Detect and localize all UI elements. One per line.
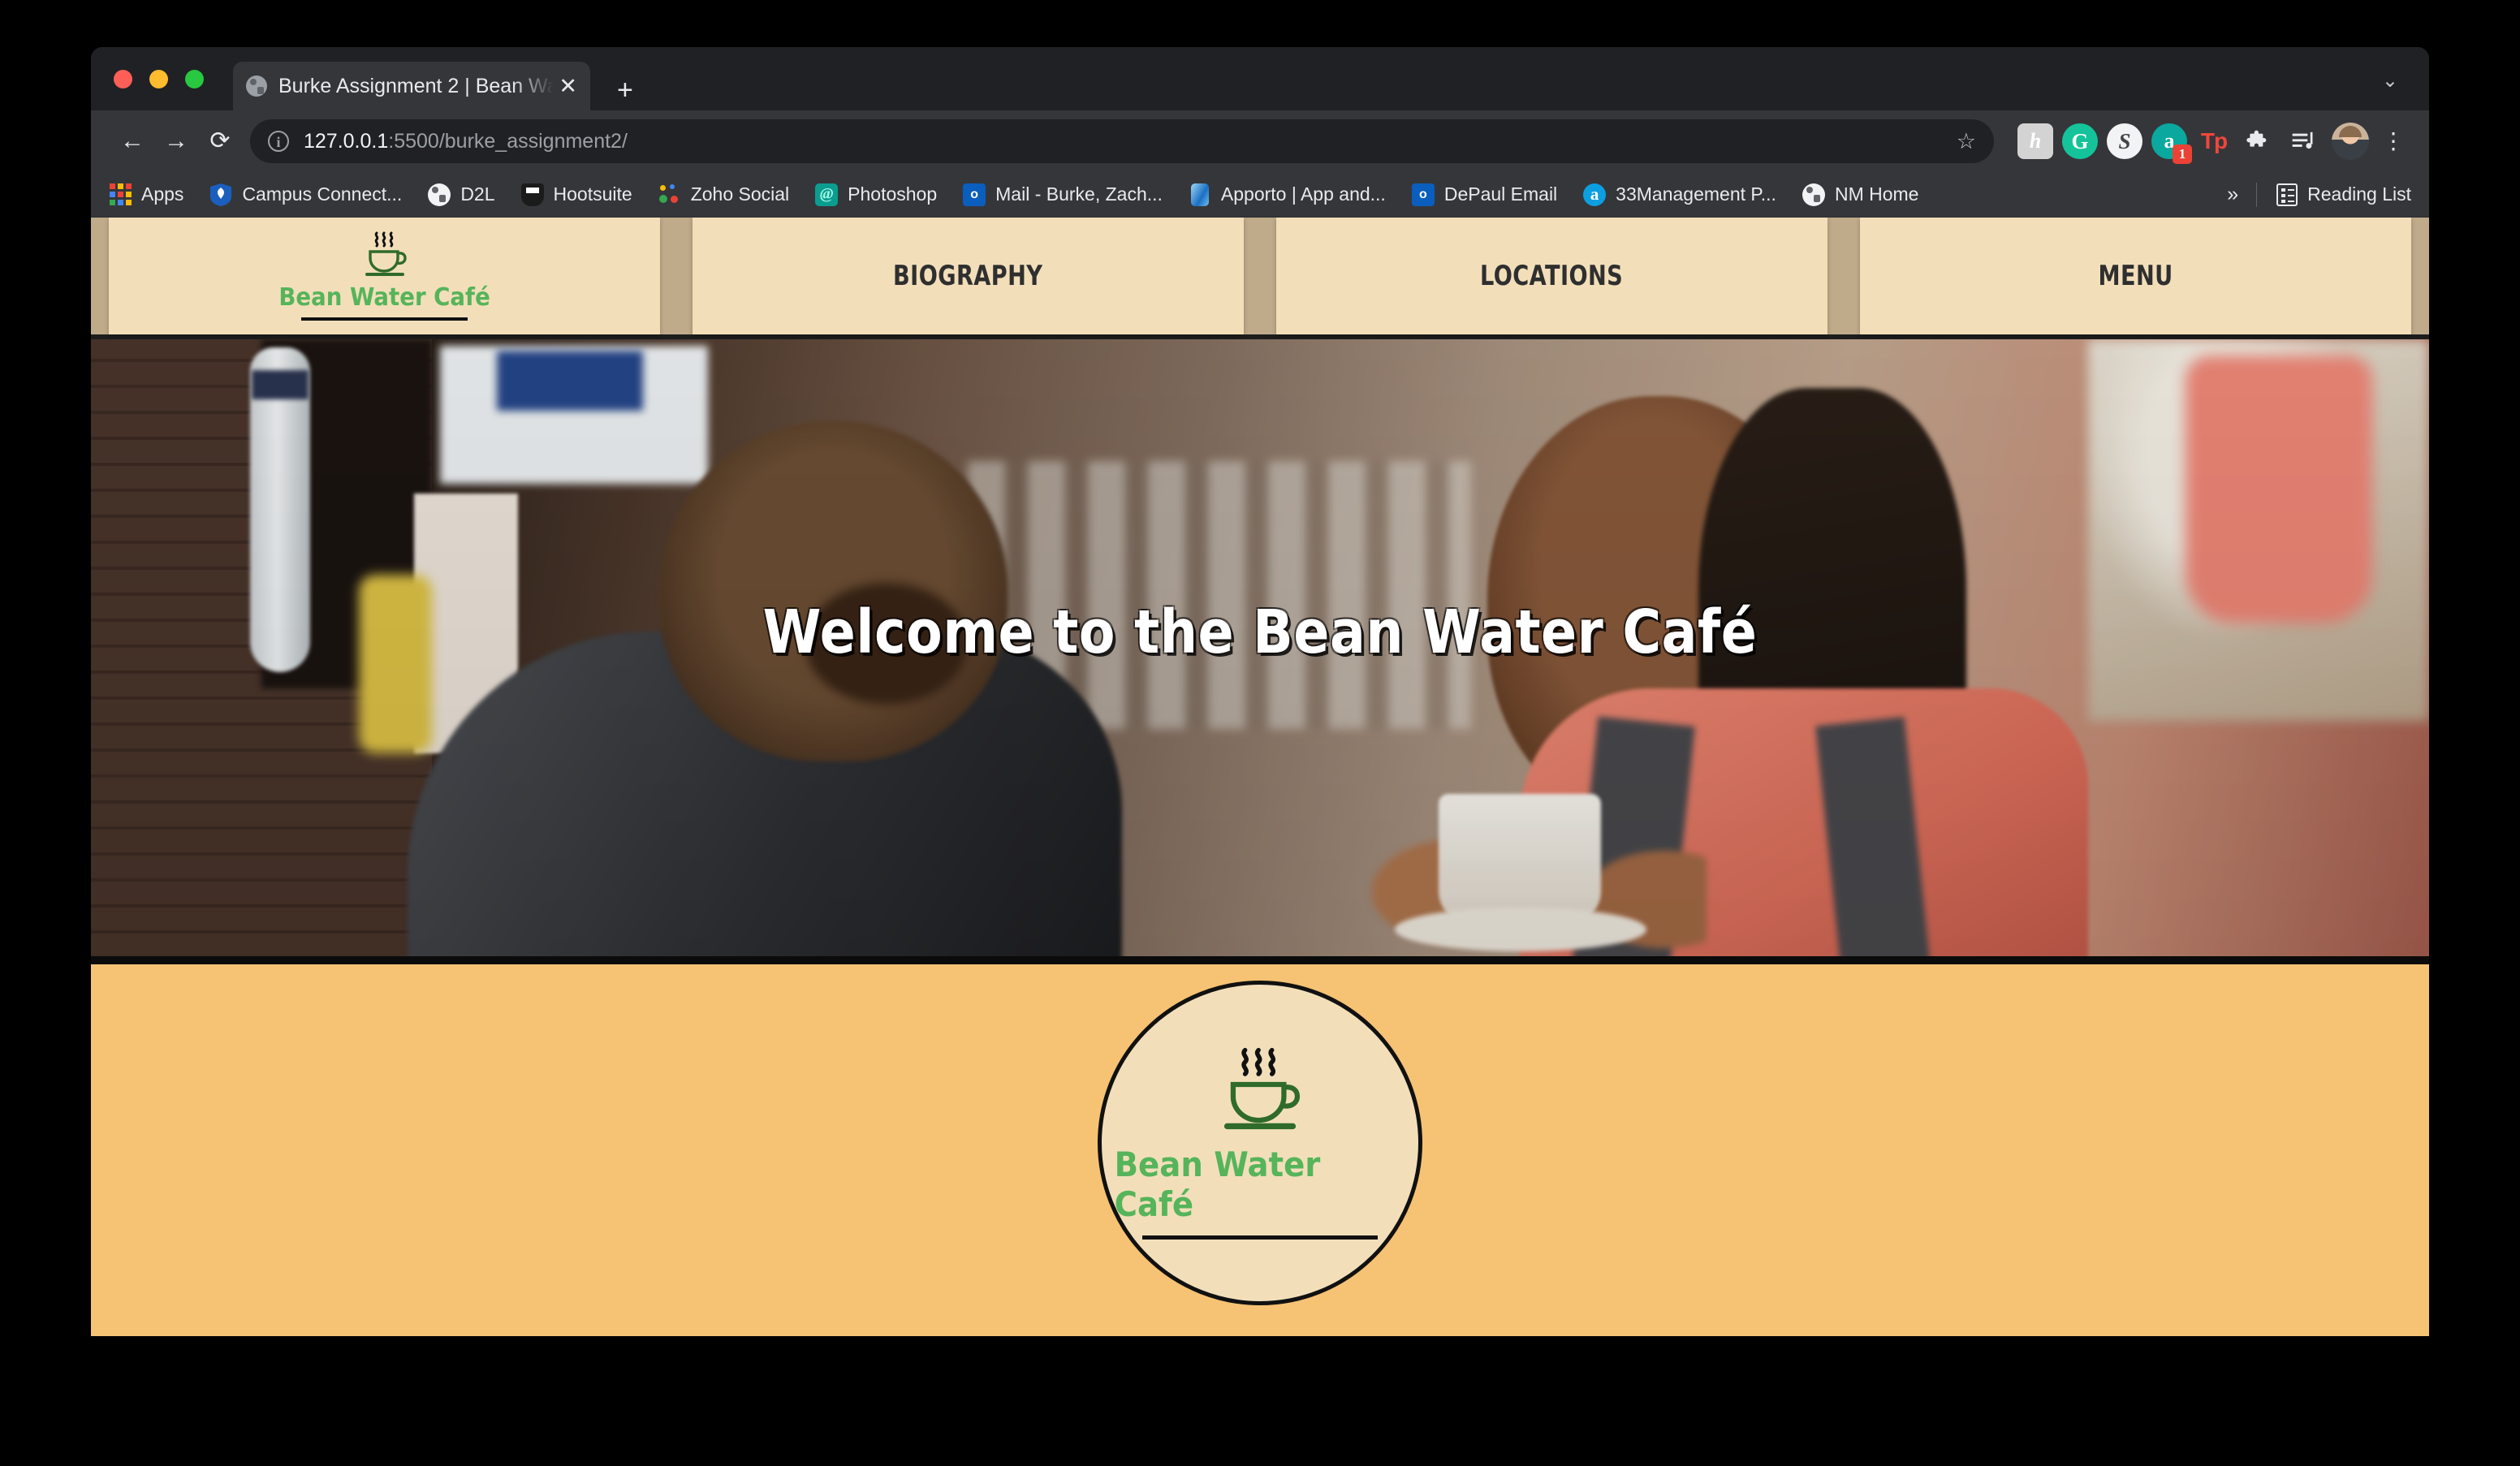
bookmark-apps[interactable]: Apps xyxy=(109,183,183,206)
brand-name: Bean Water Café xyxy=(1114,1144,1321,1224)
bookmark-33management[interactable]: a 33Management P... xyxy=(1583,183,1776,206)
bookmark-label: Apporto | App and... xyxy=(1220,183,1386,205)
close-window-button[interactable] xyxy=(114,70,132,88)
scribe-extension-icon[interactable]: S xyxy=(2107,123,2142,159)
bookmark-label: Zoho Social xyxy=(690,183,790,205)
grammarly-extension-icon[interactable]: G xyxy=(2062,123,2098,159)
site-info-icon[interactable]: i xyxy=(268,131,289,152)
bookmark-d2l[interactable]: D2L xyxy=(428,183,495,206)
browser-window: Burke Assignment 2 | Bean Wa ✕ + ⌄ ← → ⟳… xyxy=(91,47,2429,1343)
brand-logo-badge: Bean Water Café xyxy=(1102,1047,1418,1240)
brand-logo: Bean Water Café xyxy=(270,231,499,321)
depaul-shield-icon xyxy=(209,183,232,206)
bookmark-campus-connect[interactable]: Campus Connect... xyxy=(209,183,402,206)
tab-strip: Burke Assignment 2 | Bean Wa ✕ + ⌄ xyxy=(91,47,2429,110)
nav-item-locations[interactable]: LOCATIONS xyxy=(1276,218,1827,334)
adobe-extension-badge: 1 xyxy=(2173,144,2192,164)
tab-favicon-globe-icon xyxy=(246,75,267,97)
close-tab-button[interactable]: ✕ xyxy=(559,75,577,97)
nav-label: MENU xyxy=(2098,260,2173,292)
bookmark-label: Mail - Burke, Zach... xyxy=(995,183,1163,205)
bookmark-label: Apps xyxy=(141,183,184,205)
bookmark-zoho-social[interactable]: Zoho Social xyxy=(658,183,789,206)
teleprompter-extension-icon[interactable]: Tp xyxy=(2196,123,2232,159)
maximize-window-button[interactable] xyxy=(185,70,204,88)
site-navigation: Bean Water Café BIOGRAPHY LOCATIONS MENU xyxy=(91,218,2429,339)
bookmark-label: 33Management P... xyxy=(1616,183,1776,205)
reading-list-icon xyxy=(2276,183,2298,206)
nav-item-menu[interactable]: MENU xyxy=(1860,218,2411,334)
globe-icon xyxy=(1802,183,1825,206)
bookmark-label: NM Home xyxy=(1834,183,1919,205)
bookmarks-bar: Apps Campus Connect... D2L Hootsuite Zoh… xyxy=(91,172,2429,218)
window-controls xyxy=(114,70,204,88)
reload-button[interactable]: ⟳ xyxy=(198,119,242,163)
url-path: :5500/burke_assignment2/ xyxy=(388,129,628,153)
nav-label: BIOGRAPHY xyxy=(893,260,1043,292)
tab-search-chevron-down-icon[interactable]: ⌄ xyxy=(2382,71,2398,91)
url-host: 127.0.0.1 xyxy=(304,129,389,153)
brand-band: Bean Water Café xyxy=(91,964,2429,1336)
apps-grid-icon xyxy=(109,183,132,206)
browser-tab[interactable]: Burke Assignment 2 | Bean Wa ✕ xyxy=(233,62,590,110)
owl-icon xyxy=(520,183,544,206)
extensions-puzzle-icon[interactable] xyxy=(2241,123,2276,159)
nav-label: LOCATIONS xyxy=(1480,260,1624,292)
tab-title: Burke Assignment 2 | Bean Wa xyxy=(278,74,554,97)
adobe-extension-icon[interactable]: a 1 xyxy=(2151,123,2192,164)
coffee-cup-icon xyxy=(359,231,411,282)
hypothesis-extension-icon[interactable]: h xyxy=(2017,123,2053,159)
nav-item-home-logo[interactable]: Bean Water Café xyxy=(109,218,660,334)
reading-list-label: Reading List xyxy=(2307,183,2411,205)
brand-underline xyxy=(1142,1235,1378,1240)
coffee-cup-icon xyxy=(1212,1047,1308,1140)
profile-avatar[interactable] xyxy=(2332,123,2369,160)
outlook-icon: o xyxy=(1411,183,1435,206)
new-tab-button[interactable]: + xyxy=(617,76,633,104)
zoho-dots-icon xyxy=(658,183,681,206)
address-bar[interactable]: i 127.0.0.1:5500/burke_assignment2/ ☆ xyxy=(250,119,1994,163)
playlist-extension-icon[interactable] xyxy=(2285,123,2321,159)
brand-badge-circle: Bean Water Café xyxy=(1098,981,1422,1305)
bookmarks-overflow-button[interactable]: » xyxy=(2227,183,2238,206)
bookmark-depaul-email[interactable]: o DePaul Email xyxy=(1411,183,1558,206)
brand-name: Bean Water Café xyxy=(278,283,490,312)
bookmark-photoshop[interactable]: @ Photoshop xyxy=(815,183,937,206)
asana-icon: a xyxy=(1583,183,1607,206)
bookmark-label: DePaul Email xyxy=(1443,183,1558,205)
bookmark-label: Hootsuite xyxy=(553,183,632,205)
bookmark-star-icon[interactable]: ☆ xyxy=(1957,130,1976,153)
hero-banner: Welcome to the Bean Water Café xyxy=(91,339,2429,964)
forward-button[interactable]: → xyxy=(154,119,198,163)
globe-icon xyxy=(428,183,451,206)
bookmark-label: Photoshop xyxy=(848,183,938,205)
bookmarks-divider xyxy=(2256,182,2258,207)
bookmark-label: D2L xyxy=(460,183,495,205)
bookmark-label: Campus Connect... xyxy=(242,183,403,205)
apporto-icon xyxy=(1189,183,1211,206)
page-viewport: Bean Water Café BIOGRAPHY LOCATIONS MENU xyxy=(91,218,2429,1343)
back-button[interactable]: ← xyxy=(110,119,154,163)
minimize-window-button[interactable] xyxy=(149,70,168,88)
url-text: 127.0.0.1:5500/burke_assignment2/ xyxy=(304,130,628,153)
bookmark-nm-home[interactable]: NM Home xyxy=(1802,183,1919,206)
outlook-icon: o xyxy=(963,183,986,206)
bookmark-mail-burke[interactable]: o Mail - Burke, Zach... xyxy=(963,183,1163,206)
bookmark-hootsuite[interactable]: Hootsuite xyxy=(520,183,632,206)
nav-item-biography[interactable]: BIOGRAPHY xyxy=(693,218,1244,334)
brand-underline xyxy=(301,317,468,321)
browser-menu-button[interactable]: ⋮ xyxy=(2377,130,2410,153)
hero-headline: Welcome to the Bean Water Café xyxy=(762,597,1758,667)
bookmark-apporto[interactable]: Apporto | App and... xyxy=(1189,183,1386,206)
reading-list-button[interactable]: Reading List xyxy=(2276,183,2411,206)
browser-toolbar: ← → ⟳ i 127.0.0.1:5500/burke_assignment2… xyxy=(91,110,2429,172)
photoshop-icon: @ xyxy=(815,183,839,206)
